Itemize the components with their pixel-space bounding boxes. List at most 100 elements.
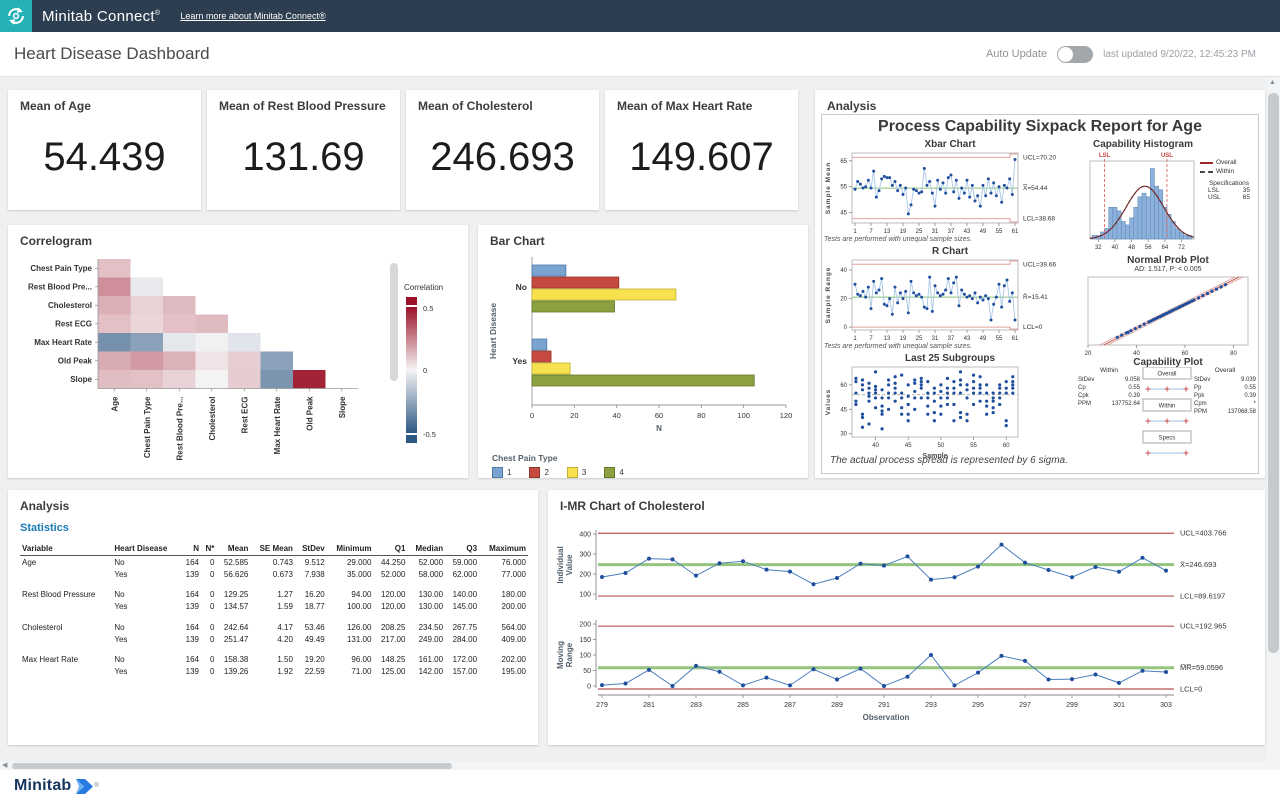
svg-text:50: 50 [583,668,591,675]
cap-stat-row: StDev9.039 [1194,376,1256,384]
svg-text:293: 293 [925,702,937,709]
svg-text:LSL: LSL [1099,153,1111,159]
page-horizontal-scrollbar[interactable]: ◀ [0,762,1280,770]
svg-text:295: 295 [972,702,984,709]
cap-stat-row: Ppk0.39 [1194,392,1256,400]
stats-col-header: StDev [295,542,327,556]
svg-text:UCL=70.20: UCL=70.20 [1023,154,1056,161]
svg-text:7: 7 [869,336,873,342]
svg-text:40: 40 [612,411,620,420]
svg-text:7: 7 [869,229,873,235]
scroll-left-arrow[interactable]: ◀ [2,761,7,769]
stats-table-row: Max Heart RateNo1640158.381.5019.2096.00… [20,645,528,666]
overall-label: Overall [1216,159,1237,166]
stats-col-header: Median [407,542,445,556]
vertical-scroll-thumb[interactable] [1268,93,1279,653]
svg-text:31: 31 [932,336,939,342]
svg-text:80: 80 [697,411,705,420]
legend-item[interactable]: 3 [567,467,586,478]
svg-text:Within: Within [1159,404,1176,410]
xbar-chart: 45556517131925313743495561UCL=70.20X̿=54… [822,149,1078,235]
correlogram-scrollbar[interactable] [390,263,398,381]
svg-text:Slope: Slope [70,375,92,384]
stats-table-row: Rest Blood PressureNo1640129.251.2716.20… [20,580,528,601]
cap-stat-row: Cpm* [1194,400,1256,408]
svg-text:Rest ECG: Rest ECG [55,319,92,328]
svg-text:Max Heart Rate: Max Heart Rate [34,338,92,347]
svg-text:299: 299 [1066,702,1078,709]
svg-text:56: 56 [1145,245,1152,251]
svg-text:Values: Values [825,389,832,416]
kpi-label: Mean of Max Heart Rate [605,90,798,113]
svg-text:13: 13 [884,336,891,342]
svg-text:19: 19 [900,229,907,235]
learn-more-link[interactable]: Learn more about Minitab Connect® [180,11,325,21]
stats-table-row: Yes1390251.474.2049.49131.00217.00249.00… [20,633,528,645]
normal-prob-plot-subtitle: AD: 1.517, P: < 0.005 [1078,266,1258,273]
overall-line-swatch [1200,162,1213,164]
svg-text:Rest ECG: Rest ECG [240,397,249,434]
histogram-legend: Overall Within Specifications LSL35 USL6… [1200,159,1258,201]
cap-stat-row: PPM137068.58 [1194,408,1256,416]
scroll-up-arrow[interactable]: ▲ [1269,79,1276,86]
correlogram-panel: Correlogram Chest Pain TypeRest Blood Pr… [8,225,468,478]
svg-text:25: 25 [916,336,923,342]
dashboard-content: Mean of Age 54.439 Mean of Rest Blood Pr… [0,77,1280,762]
sixpack-report: Process Capability Sixpack Report for Ag… [821,114,1259,474]
stats-col-header: N [180,542,201,556]
svg-text:UCL=192.965: UCL=192.965 [1180,622,1227,631]
svg-text:19: 19 [900,336,907,342]
svg-text:60: 60 [655,411,663,420]
horizontal-scroll-thumb[interactable] [12,763,452,769]
svg-text:55: 55 [996,229,1003,235]
svg-text:55: 55 [970,443,977,449]
legend-title: Chest Pain Type [492,453,624,463]
svg-text:297: 297 [1019,702,1031,709]
page-title: Heart Disease Dashboard [14,44,210,64]
heart-disease-bar-chart: NoYes020406080100120NHeart Disease [486,251,800,431]
legend-item[interactable]: 4 [604,467,623,478]
svg-text:LCL=0: LCL=0 [1180,685,1202,694]
svg-text:287: 287 [784,702,796,709]
panel-title: Correlogram [8,225,468,248]
svg-text:283: 283 [690,702,702,709]
r-note: Tests are performed with unequal sample … [824,343,972,350]
kpi-label: Mean of Rest Blood Pressure [207,90,400,113]
auto-update-toggle[interactable] [1057,46,1093,63]
svg-text:279: 279 [596,702,608,709]
cap-stat-row: Cp0.55 [1078,384,1140,392]
svg-text:Moving: Moving [556,641,565,669]
svg-text:30: 30 [840,432,847,438]
statistics-table-wrap: VariableHeart DiseaseNN*MeanSE MeanStDev… [20,542,528,678]
svg-text:UCL=403.766: UCL=403.766 [1180,529,1227,538]
svg-text:100: 100 [579,653,591,660]
svg-text:0: 0 [423,366,427,375]
legend-item[interactable]: 1 [492,467,511,478]
svg-text:45: 45 [905,443,912,449]
svg-text:-0.5: -0.5 [423,430,436,439]
normal-prob-plot-title: Normal Prob Plot [1078,255,1258,266]
svg-text:61: 61 [1012,229,1019,235]
svg-text:281: 281 [643,702,655,709]
panel-title: Analysis [8,490,538,513]
page-vertical-scrollbar[interactable]: ▲ [1267,77,1280,762]
svg-text:R̄=15.41: R̄=15.41 [1023,293,1048,301]
within-dash-swatch [1200,171,1213,173]
svg-text:Age: Age [110,396,119,412]
svg-text:Individual: Individual [556,546,565,583]
svg-text:32: 32 [1095,245,1102,251]
svg-text:61: 61 [1012,336,1019,342]
xbar-note: Tests are performed with unequal sample … [824,236,972,243]
within-label: Within [1216,168,1234,175]
imr-chart: 100200300400UCL=403.766X̄=246.693LCL=89.… [554,518,1259,738]
sync-arrows-icon [5,5,27,27]
legend-item[interactable]: 2 [529,467,548,478]
svg-text:Max Heart Rate: Max Heart Rate [273,396,282,454]
minitab-connect-logo[interactable] [0,0,32,32]
svg-text:Value: Value [565,554,574,575]
sixpack-title: Process Capability Sixpack Report for Ag… [822,115,1258,139]
capability-histogram: LSLUSL324048566472 [1086,149,1198,253]
svg-text:X̿=54.44: X̿=54.44 [1023,183,1048,192]
svg-text:40: 40 [840,268,847,274]
svg-text:400: 400 [579,532,591,539]
